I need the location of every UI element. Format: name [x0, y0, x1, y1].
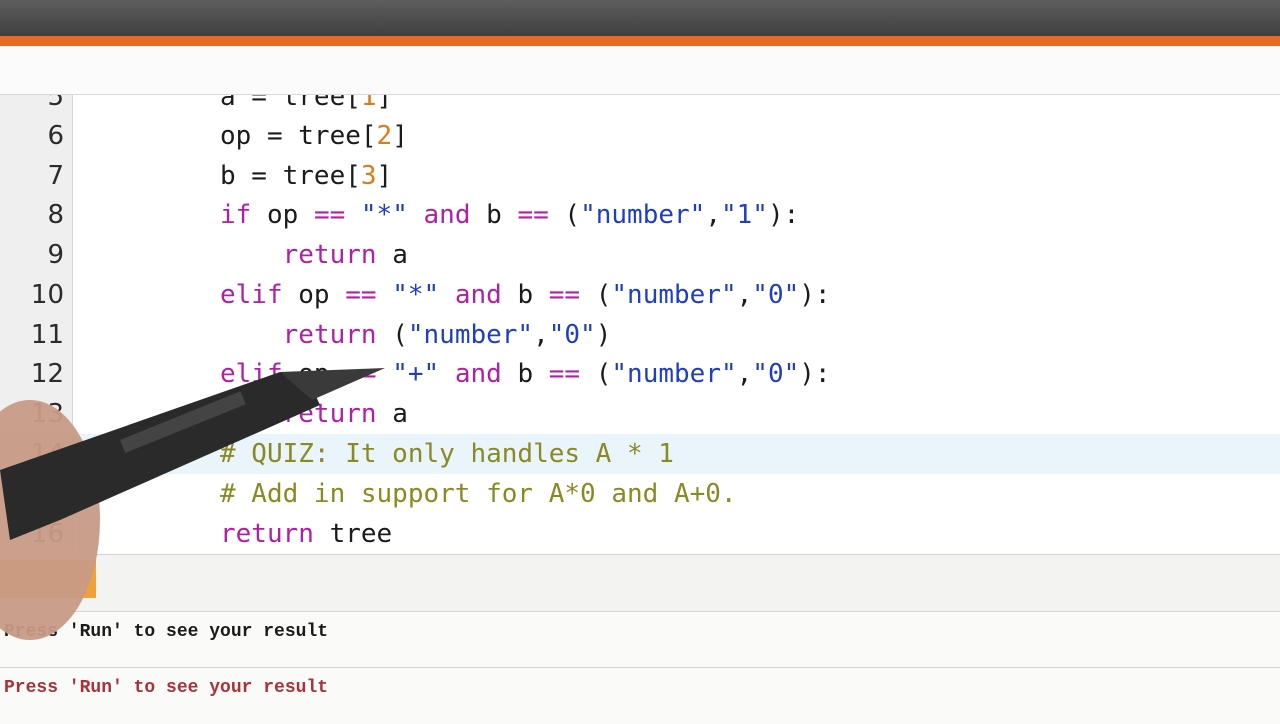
code-text: op = tree[2]: [220, 121, 408, 151]
line-number: 16: [30, 519, 64, 549]
output-message: Press 'Run' to see your result: [4, 622, 329, 642]
line-number: 15: [30, 479, 64, 509]
code-line[interactable]: 11 return ("number","0"): [0, 315, 1280, 355]
editor-header: [0, 46, 1280, 94]
code-line[interactable]: 7 b = tree[3]: [0, 156, 1280, 196]
code-line[interactable]: 5 a = tree[1]: [0, 94, 1280, 117]
line-number: 8: [47, 200, 64, 230]
code-line[interactable]: 12 elif op == "+" and b == ("number","0"…: [0, 354, 1280, 394]
line-number: 6: [47, 121, 64, 151]
line-number: 13: [30, 399, 64, 429]
code-text: return a: [282, 399, 408, 429]
code-text: b = tree[3]: [220, 161, 393, 191]
code-text: return ("number","0"): [282, 320, 612, 350]
code-line[interactable]: 15 # Add in support for A*0 and A+0.: [0, 474, 1280, 514]
run-button[interactable]: [0, 560, 96, 598]
code-line[interactable]: 16 return tree: [0, 514, 1280, 554]
code-line[interactable]: 10 elif op == "*" and b == ("number","0"…: [0, 275, 1280, 315]
code-editor[interactable]: 5 a = tree[1] 6 op = tree[2] 7 b = tree[…: [0, 94, 1280, 555]
accent-rule: [0, 36, 1280, 46]
top-bar: [0, 0, 1280, 36]
code-comment: # Add in support for A*0 and A+0.: [220, 479, 737, 509]
line-number: 12: [30, 359, 64, 389]
code-text: elif op == "+" and b == ("number","0"):: [220, 359, 831, 389]
line-number: 14: [30, 439, 64, 469]
line-number: 9: [47, 240, 64, 270]
code-comment: # QUIZ: It only handles A * 1: [220, 439, 674, 469]
code-line-active[interactable]: 14 # QUIZ: It only handles A * 1: [0, 434, 1280, 474]
output-panel: Press 'Run' to see your result: [0, 611, 1280, 668]
line-number: 5: [47, 94, 64, 112]
code-line[interactable]: 8 if op == "*" and b == ("number","1"):: [0, 195, 1280, 235]
line-number: 10: [30, 280, 64, 310]
code-line[interactable]: 6 op = tree[2]: [0, 116, 1280, 156]
code-text: elif op == "*" and b == ("number","0"):: [220, 280, 831, 310]
result-message: Press 'Run' to see your result: [4, 678, 329, 698]
code-line[interactable]: 13 return a: [0, 394, 1280, 434]
line-number: 11: [30, 320, 64, 350]
code-line[interactable]: 9 return a: [0, 235, 1280, 275]
run-toolbar: [0, 554, 1280, 613]
code-text: return a: [282, 240, 408, 270]
code-text: a = tree[1]: [220, 94, 393, 112]
code-text: return tree: [220, 519, 393, 549]
result-panel: Press 'Run' to see your result: [0, 667, 1280, 724]
code-text: if op == "*" and b == ("number","1"):: [220, 200, 800, 230]
line-number: 7: [47, 161, 64, 191]
